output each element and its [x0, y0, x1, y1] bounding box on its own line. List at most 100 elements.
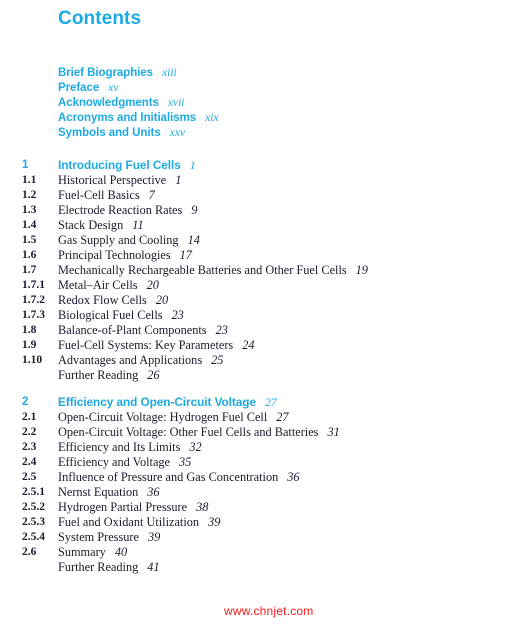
section-row[interactable]: 2.1 Open-Circuit Voltage: Hydrogen Fuel C…	[0, 410, 514, 425]
entry-title: Influence of Pressure and Gas Concentrat…	[58, 470, 279, 484]
chapter-block: 1 Introducing Fuel Cells 1 1.1 Historical Pe…	[0, 158, 514, 383]
entry-text-wrap: Introducing Fuel Cells 1	[58, 158, 196, 173]
entry-title: Principal Technologies	[58, 248, 171, 262]
front-matter-entry[interactable]: Acronyms and Initialisms xix	[0, 109, 514, 124]
entry-page-number: 7	[148, 188, 155, 202]
section-row[interactable]: 1.8 Balance-of-Plant Components 23	[0, 323, 514, 338]
section-row[interactable]: Further Reading 41	[0, 560, 514, 575]
section-row[interactable]: 1.7.1 Metal–Air Cells 20	[0, 278, 514, 293]
entry-title: Biological Fuel Cells	[58, 308, 163, 322]
entry-text-wrap: System Pressure 39	[58, 530, 160, 545]
entry-number: 1.2	[22, 189, 37, 201]
section-row[interactable]: 1.6 Principal Technologies 17	[0, 248, 514, 263]
section-row[interactable]: 1.7.3 Biological Fuel Cells 23	[0, 308, 514, 323]
entry-number: 1.3	[22, 204, 37, 216]
section-row[interactable]: 1.3 Electrode Reaction Rates 9	[0, 203, 514, 218]
entry-page-number: 27	[276, 410, 289, 424]
front-matter-label: Acronyms and Initialisms	[58, 112, 197, 124]
entry-page-number: 19	[355, 263, 368, 277]
entry-page-number: 11	[132, 218, 144, 232]
entry-page-number: 27	[264, 395, 277, 409]
entry-title: Stack Design	[58, 218, 124, 232]
entry-page-number: 40	[114, 545, 128, 559]
entry-page-number: 39	[208, 515, 221, 529]
entry-title: Introducing Fuel Cells	[58, 158, 181, 172]
chapter-heading-row[interactable]: 1 Introducing Fuel Cells 1	[0, 158, 514, 173]
entry-number: 2.5	[22, 471, 37, 483]
front-matter-entry[interactable]: Preface xv	[0, 79, 514, 94]
section-row[interactable]: Further Reading 26	[0, 368, 514, 383]
entry-page-number: 1	[189, 158, 196, 172]
entry-text-wrap: Efficiency and Open-Circuit Voltage 27	[58, 395, 277, 410]
chapter-list: 1 Introducing Fuel Cells 1 1.1 Historical Pe…	[0, 158, 514, 587]
section-row[interactable]: 1.5 Gas Supply and Cooling 14	[0, 233, 514, 248]
entry-number: 1.7	[22, 264, 37, 276]
entry-number: 2.5.1	[22, 486, 45, 498]
section-row[interactable]: 2.2 Open-Circuit Voltage: Other Fuel Cell…	[0, 425, 514, 440]
page-title: Contents	[58, 8, 142, 29]
entry-page-number: 17	[179, 248, 192, 262]
section-row[interactable]: 2.3 Efficiency and Its Limits 32	[0, 440, 514, 455]
entry-text-wrap: Biological Fuel Cells 23	[58, 308, 184, 323]
entry-title: Efficiency and Voltage	[58, 455, 171, 469]
entry-title: Summary	[58, 545, 106, 559]
entry-number: 1.9	[22, 339, 37, 351]
entry-text-wrap: Further Reading 26	[58, 368, 160, 383]
chapter-heading-row[interactable]: 2 Efficiency and Open-Circuit Voltage 27	[0, 395, 514, 410]
section-row[interactable]: 2.5.3 Fuel and Oxidant Utilization 39	[0, 515, 514, 530]
section-row[interactable]: 2.5 Influence of Pressure and Gas Concent…	[0, 470, 514, 485]
section-row[interactable]: 1.10 Advantages and Applications 25	[0, 353, 514, 368]
entry-page-number: 31	[327, 425, 340, 439]
entry-number: 1.4	[22, 219, 37, 231]
section-row[interactable]: 1.7 Mechanically Rechargeable Batteries a…	[0, 263, 514, 278]
front-matter-label: Symbols and Units	[58, 127, 161, 139]
entry-text-wrap: Mechanically Rechargeable Batteries and …	[58, 263, 368, 278]
section-row[interactable]: 1.9 Fuel-Cell Systems: Key Parameters 24	[0, 338, 514, 353]
entry-title: Further Reading	[58, 560, 139, 574]
entry-number: 2.2	[22, 426, 37, 438]
entry-title: Efficiency and Its Limits	[58, 440, 181, 454]
entry-title: Electrode Reaction Rates	[58, 203, 183, 217]
toc-page: Contents Brief Biographies xiii Preface xv A…	[0, 0, 514, 627]
entry-text-wrap: Stack Design 11	[58, 218, 144, 233]
front-matter-entry[interactable]: Brief Biographies xiii	[0, 64, 514, 79]
entry-page-number: 24	[242, 338, 255, 352]
entry-page-number: 36	[287, 470, 300, 484]
entry-number: 1.6	[22, 249, 37, 261]
entry-text-wrap: Advantages and Applications 25	[58, 353, 223, 368]
entry-number: 2.5.2	[22, 501, 45, 513]
entry-text-wrap: Gas Supply and Cooling 14	[58, 233, 200, 248]
section-row[interactable]: 1.2 Fuel-Cell Basics 7	[0, 188, 514, 203]
section-row[interactable]: 2.4 Efficiency and Voltage 35	[0, 455, 514, 470]
entry-title: Fuel-Cell Systems: Key Parameters	[58, 338, 234, 352]
entry-number: 1.7.2	[22, 294, 45, 306]
entry-page-number: 9	[191, 203, 198, 217]
entry-title: Fuel-Cell Basics	[58, 188, 140, 202]
entry-number: 2.3	[22, 441, 37, 453]
section-row[interactable]: 2.5.4 System Pressure 39	[0, 530, 514, 545]
entry-page-number: 14	[187, 233, 200, 247]
entry-page-number: 1	[175, 173, 182, 187]
entry-text-wrap: Electrode Reaction Rates 9	[58, 203, 197, 218]
entry-title: System Pressure	[58, 530, 139, 544]
entry-number: 1	[22, 159, 29, 171]
entry-number: 1.1	[22, 174, 37, 186]
entry-title: Hydrogen Partial Pressure	[58, 500, 188, 514]
entry-title: Advantages and Applications	[58, 353, 203, 367]
section-row[interactable]: 1.7.2 Redox Flow Cells 20	[0, 293, 514, 308]
entry-title: Balance-of-Plant Components	[58, 323, 207, 337]
section-row[interactable]: 1.4 Stack Design 11	[0, 218, 514, 233]
section-row[interactable]: 1.1 Historical Perspective 1	[0, 173, 514, 188]
front-matter-entry[interactable]: Symbols and Units xxv	[0, 124, 514, 139]
entry-title: Metal–Air Cells	[58, 278, 138, 292]
entry-text-wrap: Efficiency and Its Limits 32	[58, 440, 202, 455]
entry-page-number: 20	[155, 293, 169, 307]
front-matter-entry[interactable]: Acknowledgments xvii	[0, 94, 514, 109]
entry-text-wrap: Hydrogen Partial Pressure 38	[58, 500, 208, 515]
entry-page-number: 39	[147, 530, 161, 544]
section-row[interactable]: 2.5.2 Hydrogen Partial Pressure 38	[0, 500, 514, 515]
entry-page-number: 25	[211, 353, 224, 367]
section-row[interactable]: 2.5.1 Nernst Equation 36	[0, 485, 514, 500]
section-row[interactable]: 2.6 Summary 40	[0, 545, 514, 560]
front-matter-page-number: xxv	[169, 127, 185, 139]
